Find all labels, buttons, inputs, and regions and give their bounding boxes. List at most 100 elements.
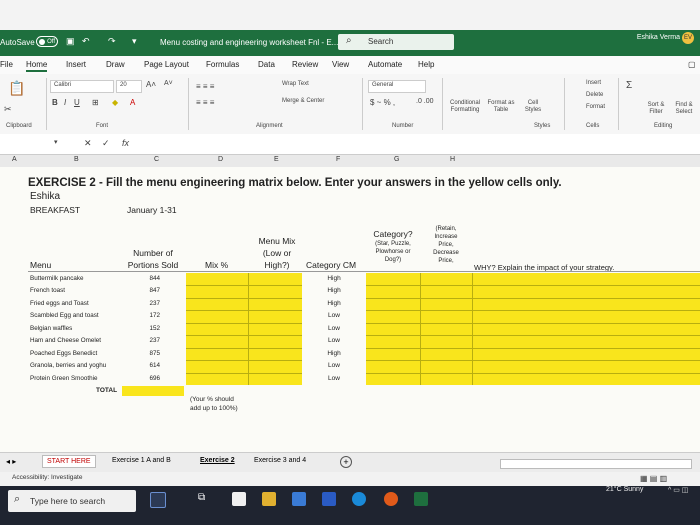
column-header[interactable]: C: [154, 156, 159, 163]
autosave-label: AutoSave: [0, 38, 35, 47]
chrome-browser-icon[interactable]: [384, 492, 398, 506]
tab-data[interactable]: Data: [258, 60, 275, 69]
total-input-cell[interactable]: [122, 386, 184, 396]
conditional-formatting-button[interactable]: Conditional Formatting: [448, 100, 482, 114]
italic-button[interactable]: I: [64, 98, 66, 107]
accessibility-status[interactable]: Accessibility: Investigate: [12, 474, 82, 481]
insert-cells-button[interactable]: Insert: [586, 80, 601, 86]
comments-icon[interactable]: ▢: [688, 60, 696, 69]
tab-formulas[interactable]: Formulas: [206, 60, 239, 69]
horizontal-scrollbar[interactable]: [500, 459, 692, 469]
decrease-font-icon[interactable]: A˅: [164, 80, 173, 87]
save-icon[interactable]: ▣: [66, 36, 75, 47]
edge-browser-icon[interactable]: [352, 492, 366, 506]
cortana-icon[interactable]: [150, 492, 166, 508]
redo-icon[interactable]: ↷: [108, 36, 116, 47]
sheet-tab-exercise-1[interactable]: Exercise 1 A and B: [112, 457, 171, 464]
merge-center-button[interactable]: Merge & Center: [282, 98, 324, 104]
worksheet[interactable]: EXERCISE 2 - Fill the menu engineering m…: [0, 167, 700, 452]
borders-icon[interactable]: ⊞: [92, 98, 99, 107]
tab-home[interactable]: Home: [26, 60, 48, 72]
column-header[interactable]: D: [218, 156, 223, 163]
search-icon: ⌕: [14, 493, 21, 505]
column-header[interactable]: A: [12, 156, 17, 163]
menu-item: Poached Eggs Benedict: [30, 350, 98, 357]
sheet-tab-exercise-2[interactable]: Exercise 2: [200, 457, 235, 464]
calendar-app-icon[interactable]: [232, 492, 246, 506]
paste-icon[interactable]: 📋: [8, 80, 25, 97]
mail-app-icon[interactable]: [292, 492, 306, 506]
tab-page-layout[interactable]: Page Layout: [144, 60, 189, 69]
align-top-icon[interactable]: ≡ ≡ ≡: [196, 82, 214, 91]
system-tray-icons[interactable]: ^ ▭ ◫: [668, 486, 688, 494]
increase-font-icon[interactable]: A˄: [146, 80, 156, 89]
find-select-button[interactable]: Find & Select: [670, 102, 698, 116]
word-app-icon[interactable]: [322, 492, 336, 506]
number-format-select[interactable]: General: [368, 80, 426, 93]
add-sheet-button[interactable]: +: [340, 456, 352, 468]
category-cm-value: Low: [328, 337, 340, 344]
column-header[interactable]: E: [274, 156, 279, 163]
menu-item: Protein Green Smoothie: [30, 375, 98, 382]
tab-view[interactable]: View: [332, 60, 349, 69]
prev-sheet-icon[interactable]: ◂ ▸: [6, 457, 16, 466]
ribbon-tabs: File Home Insert Draw Page Layout Formul…: [0, 56, 700, 74]
column-header[interactable]: H: [450, 156, 455, 163]
currency-icon[interactable]: $ ~ % ,: [370, 98, 395, 107]
sheet-tabs-bar: ◂ ▸ START HERE Exercise 1 A and B Exerci…: [0, 452, 700, 473]
autosave-toggle[interactable]: Off: [36, 36, 58, 47]
tab-file[interactable]: File: [0, 60, 13, 69]
font-color-icon[interactable]: A: [130, 98, 135, 107]
column-header[interactable]: F: [336, 156, 340, 163]
format-cells-button[interactable]: Format: [586, 104, 605, 110]
category-cm-value: Low: [328, 312, 340, 319]
menu-item: Belgian waffles: [30, 325, 73, 332]
file-explorer-icon[interactable]: [262, 492, 276, 506]
weather-widget[interactable]: 21°C Sunny: [606, 486, 643, 493]
autosum-icon[interactable]: Σ: [626, 80, 632, 91]
sheet-tab-start-here[interactable]: START HERE: [42, 455, 96, 468]
search-box[interactable]: ⌕ Search: [338, 34, 454, 50]
mix-answer-cells[interactable]: [186, 273, 302, 385]
delete-cells-button[interactable]: Delete: [586, 92, 603, 98]
tab-help[interactable]: Help: [418, 60, 434, 69]
avatar[interactable]: EV: [682, 32, 694, 44]
name-box-dropdown-icon[interactable]: ▾: [54, 138, 58, 146]
user-name[interactable]: Eshika Verma: [637, 34, 680, 41]
menu-item: Granola, berries and yoghu: [30, 362, 107, 369]
underline-button[interactable]: U: [74, 98, 80, 107]
view-icons[interactable]: ▦ ▤ ▥: [640, 474, 667, 483]
taskbar-search[interactable]: ⌕ Type here to search: [8, 490, 136, 512]
column-header[interactable]: G: [394, 156, 399, 163]
font-size-select[interactable]: 20: [116, 80, 142, 93]
tab-automate[interactable]: Automate: [368, 60, 402, 69]
undo-icon[interactable]: ↶: [82, 36, 90, 47]
menu-item: Fried eggs and Toast: [30, 300, 89, 307]
align-left-icon[interactable]: ≡ ≡ ≡: [196, 98, 214, 107]
wrap-text-button[interactable]: Wrap Text: [282, 81, 309, 87]
column-header[interactable]: B: [74, 156, 79, 163]
tab-insert[interactable]: Insert: [66, 60, 86, 69]
group-number: Number: [392, 123, 414, 129]
cancel-icon[interactable]: ✕: [84, 138, 92, 149]
format-as-table-button[interactable]: Format as Table: [486, 100, 516, 114]
font-name-select[interactable]: Calibri: [50, 80, 114, 93]
sort-filter-button[interactable]: Sort & Filter: [644, 102, 668, 116]
sheet-tab-exercise-3[interactable]: Exercise 3 and 4: [254, 457, 306, 464]
confirm-icon[interactable]: ✓: [102, 138, 110, 149]
tab-review[interactable]: Review: [292, 60, 318, 69]
bold-button[interactable]: B: [52, 98, 58, 107]
date-range: January 1-31: [127, 205, 177, 215]
category-strategy-answer-cells[interactable]: [366, 273, 700, 385]
fx-icon[interactable]: fx: [122, 138, 129, 148]
cut-icon[interactable]: ✂: [4, 104, 12, 115]
decimal-icon[interactable]: .0 .00: [416, 98, 434, 105]
fill-color-icon[interactable]: ◆: [112, 98, 118, 107]
excel-app-icon[interactable]: [414, 492, 428, 506]
customize-toolbar-icon[interactable]: ▾: [132, 36, 137, 47]
portions-sold: 172: [149, 312, 160, 319]
task-view-icon[interactable]: ⧉: [198, 492, 212, 506]
category-cm-header: Category CM: [306, 260, 357, 270]
tab-draw[interactable]: Draw: [106, 60, 125, 69]
cell-styles-button[interactable]: Cell Styles: [520, 100, 546, 114]
